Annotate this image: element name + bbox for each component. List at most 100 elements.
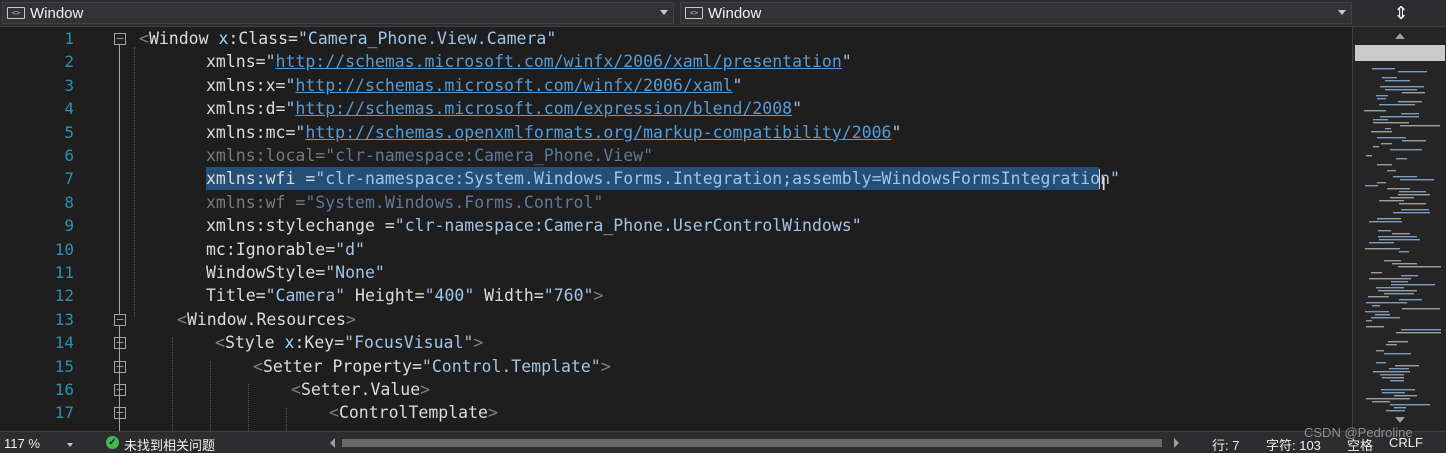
line-number: 1: [64, 29, 74, 48]
code-line[interactable]: 9 xmlns:stylechange ="clr-namespace:Camer…: [0, 214, 1352, 237]
indent-guide: [134, 47, 135, 317]
collapse-icon[interactable]: −: [114, 33, 126, 45]
code-token: <: [139, 29, 149, 48]
code-token[interactable]: http://schemas.openxmlformats.org/markup…: [305, 123, 891, 142]
horizontal-scrollbar-thumb[interactable]: [342, 439, 1162, 447]
zoom-level: 117 %: [4, 435, 40, 451]
scroll-up-icon[interactable]: [1395, 33, 1405, 39]
code-token: =: [384, 216, 395, 236]
code-token: Window.Resources: [186, 309, 346, 329]
zoom-dropdown[interactable]: 117 %: [4, 434, 73, 452]
code-text: <Setter.Value>: [291, 378, 430, 401]
code-token: ": [295, 122, 306, 142]
code-token: Key: [304, 333, 335, 353]
code-line[interactable]: 17 − <ControlTemplate>: [0, 401, 1352, 424]
scroll-down-icon[interactable]: [1395, 417, 1405, 423]
code-token: >: [420, 380, 431, 399]
code-text: mc:Ignorable="d": [206, 238, 365, 261]
collapse-icon[interactable]: −: [114, 313, 126, 326]
code-token[interactable]: http://schemas.microsoft.com/winfx/2006/…: [276, 52, 842, 71]
code-token: wfi: [265, 169, 306, 189]
indent-guide: [172, 337, 173, 431]
minimap-line: [1371, 317, 1400, 319]
type-scope-label: Window: [30, 4, 84, 22]
code-line[interactable]: 3 xmlns:x="http://schemas.microsoft.com/w…: [0, 74, 1352, 97]
minimap-line: [1384, 353, 1411, 355]
line-indicator[interactable]: 行: 7: [1212, 435, 1239, 453]
minimap-line: [1373, 371, 1410, 373]
code-token: "clr-namespace:Camera_Phone.View": [325, 146, 654, 165]
code-line[interactable]: 10 mc:Ignorable="d": [0, 238, 1352, 261]
code-token: >: [487, 403, 498, 423]
scroll-left-icon[interactable]: [330, 438, 335, 448]
code-line[interactable]: 5 xmlns:mc="http://schemas.openxmlformats…: [0, 121, 1352, 144]
code-line[interactable]: 1 − <Window x:Class="Camera_Phone.View.Cam…: [0, 27, 1352, 50]
split-editor-icon[interactable]: ⇕: [1356, 0, 1446, 27]
code-token: "FocusVisual": [344, 333, 474, 353]
line-number: 2: [64, 52, 74, 72]
member-scope-label: Window: [708, 4, 762, 22]
minimap-line: [1366, 326, 1384, 328]
scroll-right-icon[interactable]: [1174, 438, 1179, 448]
code-line[interactable]: 7 xmlns:wfi ="clr-namespace:System.Window…: [0, 167, 1352, 190]
code-token: >: [600, 356, 611, 376]
code-text: xmlns:x="http://schemas.microsoft.com/wi…: [206, 74, 742, 97]
code-line[interactable]: 12 Title="Camera" Height="400" Width="760…: [0, 284, 1352, 307]
minimap-line: [1399, 203, 1426, 205]
indent-guide: [248, 384, 249, 431]
minimap-line: [1377, 137, 1406, 139]
minimap-line: [1365, 185, 1378, 187]
minimap-line: [1386, 344, 1397, 346]
code-editor[interactable]: 1− <Window x:Class="Camera_Phone.View.Cam…: [0, 27, 1352, 431]
minimap-line: [1373, 146, 1379, 148]
code-token[interactable]: http://schemas.microsoft.com/expression/…: [295, 99, 792, 118]
vertical-scrollbar-minimap[interactable]: [1352, 27, 1446, 431]
code-token[interactable]: http://schemas.microsoft.com/winfx/2006/…: [295, 76, 732, 95]
minimap-viewport[interactable]: [1355, 45, 1445, 61]
code-token: Style: [224, 333, 285, 353]
collapse-icon[interactable]: −: [114, 384, 126, 396]
collapse-icon[interactable]: −: [114, 360, 126, 373]
code-line[interactable]: 13 − <Window.Resources>: [0, 308, 1352, 331]
code-line[interactable]: 2 xmlns="http://schemas.microsoft.com/win…: [0, 50, 1352, 73]
minimap-line: [1384, 293, 1414, 295]
line-number: 9: [64, 216, 74, 236]
type-scope-dropdown[interactable]: <> Window: [2, 2, 674, 24]
minimap-line: [1389, 368, 1409, 370]
minimap-line: [1378, 290, 1417, 292]
line-number: 7: [64, 169, 74, 189]
issues-status[interactable]: 未找到相关问题: [124, 435, 215, 453]
minimap-line: [1382, 377, 1404, 379]
minimap-line: [1372, 68, 1395, 70]
code-line[interactable]: 15 − <Setter Property="Control.Template">: [0, 355, 1352, 378]
minimap-line: [1398, 101, 1422, 103]
code-token: xmlns: [206, 99, 256, 119]
code-token: "clr-namespace:Camera_Phone.UserControlW…: [394, 216, 862, 236]
code-line[interactable]: 6 xmlns:local="clr-namespace:Camera_Phone…: [0, 144, 1352, 167]
minimap-line: [1369, 221, 1402, 223]
collapse-icon[interactable]: −: [114, 337, 126, 350]
minimap-line: [1376, 95, 1388, 97]
code-line[interactable]: 8 xmlns:wf ="System.Windows.Forms.Control…: [0, 191, 1352, 214]
indent-guide: [286, 408, 287, 431]
minimap-line: [1379, 239, 1420, 241]
member-scope-dropdown[interactable]: <> Window: [680, 2, 1352, 24]
code-token: Setter.Value: [300, 380, 421, 399]
code-token: =: [325, 239, 336, 259]
minimap-line: [1399, 191, 1426, 193]
code-line[interactable]: 16 − <Setter.Value>: [0, 378, 1352, 401]
code-line[interactable]: 14 − <Style x:Key="FocusVisual">: [0, 331, 1352, 354]
code-line[interactable]: 4 xmlns:d="http://schemas.microsoft.com/e…: [0, 97, 1352, 120]
minimap-line: [1400, 179, 1434, 181]
code-token: "Camera_Phone.View.Camera": [297, 29, 557, 48]
code-token: ": [265, 52, 276, 72]
code-text: xmlns:wf ="System.Windows.Forms.Control": [206, 191, 603, 214]
check-circle-icon[interactable]: ✓: [106, 436, 119, 449]
xaml-element-icon: <>: [7, 7, 25, 19]
code-token: x: [284, 333, 295, 353]
code-line[interactable]: 11 WindowStyle="None": [0, 261, 1352, 284]
collapse-icon[interactable]: −: [114, 407, 126, 420]
code-token: "System.Windows.Forms.Control": [305, 192, 604, 212]
code-token: d: [265, 99, 276, 119]
code-token: <: [215, 333, 225, 353]
